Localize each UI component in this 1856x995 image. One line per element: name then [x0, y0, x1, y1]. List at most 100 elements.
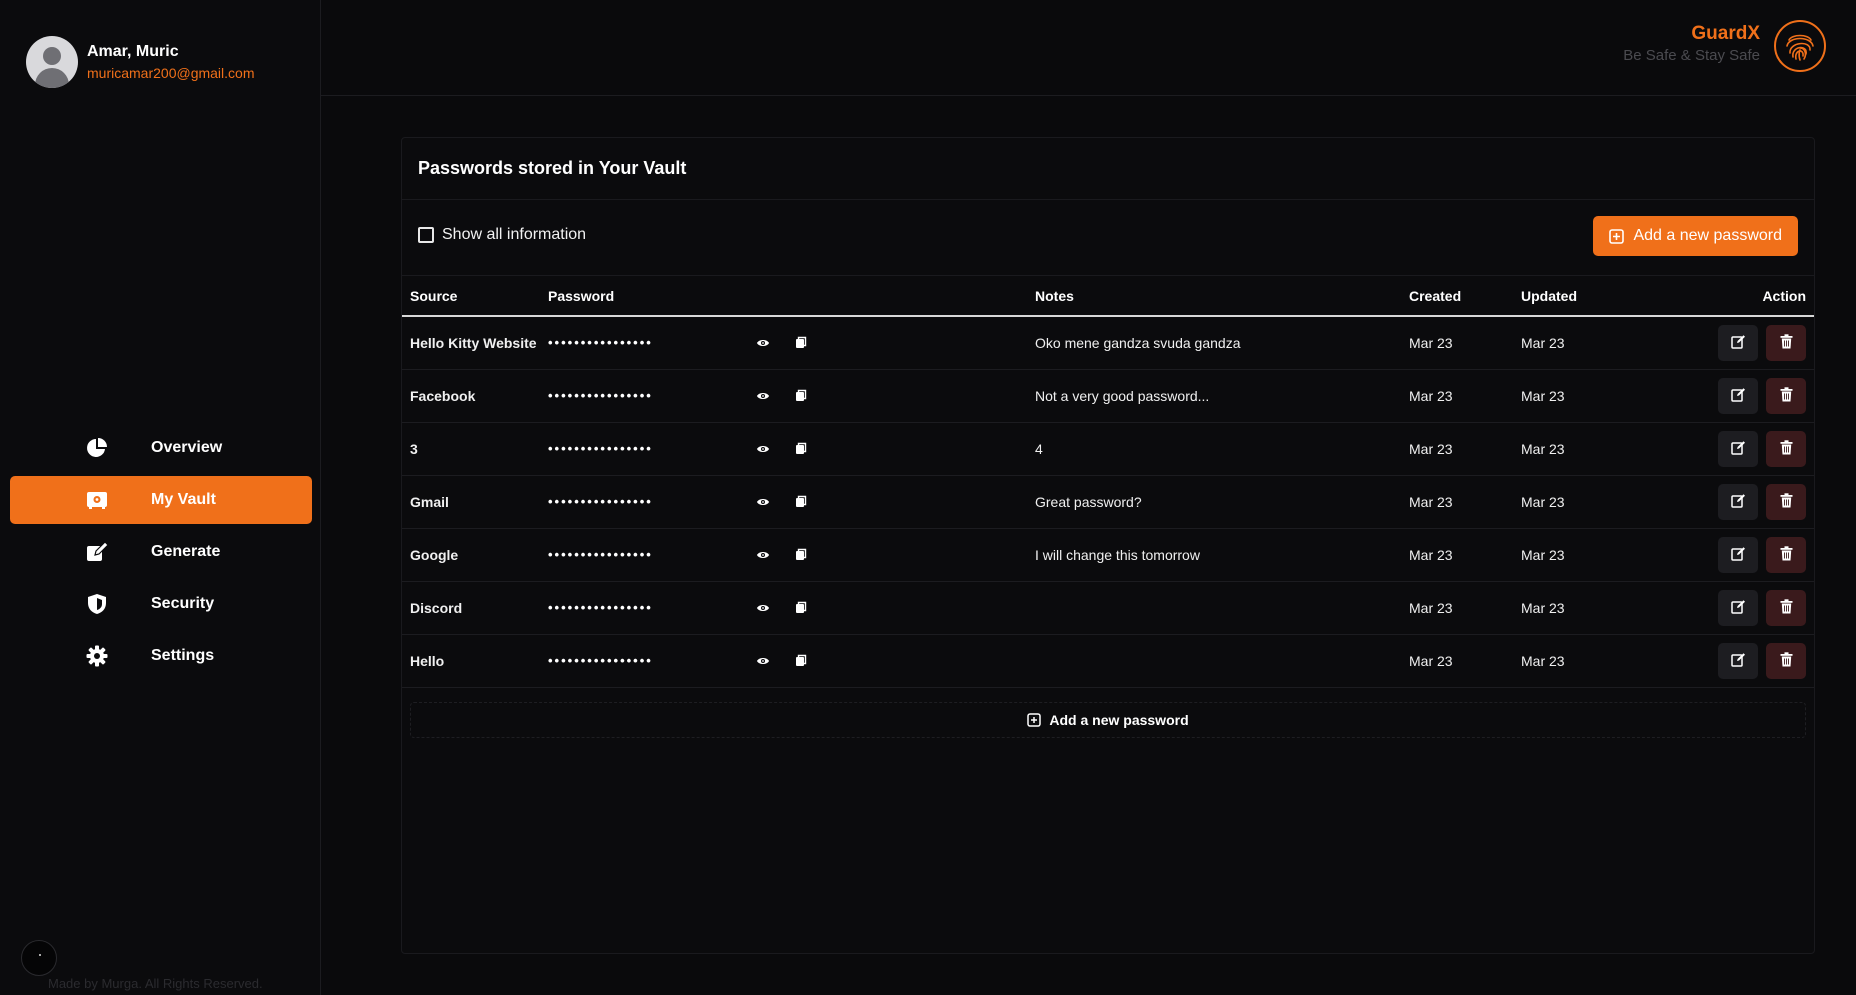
- eye-icon[interactable]: [753, 651, 773, 671]
- cell-notes: Great password?: [1027, 475, 1401, 529]
- show-all-checkbox[interactable]: [418, 227, 434, 243]
- copy-icon[interactable]: [791, 439, 811, 459]
- edit-icon: [1730, 493, 1746, 511]
- edit-square-icon: [85, 540, 109, 564]
- column-header-created[interactable]: Created: [1401, 276, 1513, 317]
- delete-button[interactable]: [1766, 642, 1806, 679]
- cell-source: Gmail: [402, 475, 540, 529]
- eye-icon[interactable]: [753, 598, 773, 618]
- top-bar: GuardX Be Safe & Stay Safe: [321, 0, 1856, 96]
- sidebar-item-my-vault[interactable]: My Vault: [10, 476, 312, 524]
- delete-button[interactable]: [1766, 483, 1806, 520]
- cell-actions: [1663, 528, 1814, 582]
- trash-icon: [1780, 651, 1793, 670]
- copy-icon[interactable]: [791, 545, 811, 565]
- sidebar-item-label: Security: [151, 595, 215, 612]
- sidebar-nav: Overview My Vault Generate Security Sett…: [10, 424, 312, 684]
- show-all-label: Show all information: [442, 226, 587, 243]
- vault-card: Passwords stored in Your Vault Show all …: [401, 137, 1815, 954]
- show-all-toggle[interactable]: Show all information: [418, 226, 586, 244]
- cell-actions: [1663, 581, 1814, 635]
- edit-button[interactable]: [1718, 589, 1758, 626]
- cell-updated: Mar 23: [1513, 316, 1663, 370]
- copy-icon[interactable]: [791, 492, 811, 512]
- shield-icon: [85, 592, 109, 616]
- page-title: Passwords stored in Your Vault: [418, 158, 687, 178]
- sidebar-item-security[interactable]: Security: [10, 580, 312, 628]
- footer-copyright: Made by Murga. All Rights Reserved.: [48, 976, 263, 991]
- edit-icon: [1730, 387, 1746, 405]
- sidebar-item-label: My Vault: [151, 491, 216, 508]
- masked-password: ••••••••••••••••: [548, 441, 653, 456]
- trash-icon: [1780, 386, 1793, 405]
- sidebar-item-overview[interactable]: Overview: [10, 424, 312, 472]
- column-header-password[interactable]: Password: [540, 276, 1027, 317]
- cell-notes: [1027, 634, 1401, 688]
- cell-created: Mar 23: [1401, 634, 1513, 688]
- copy-icon[interactable]: [791, 386, 811, 406]
- cell-updated: Mar 23: [1513, 634, 1663, 688]
- sidebar-item-settings[interactable]: Settings: [10, 632, 312, 680]
- sidebar-item-label: Overview: [151, 439, 223, 456]
- theme-toggle-button[interactable]: [21, 940, 57, 976]
- eye-icon[interactable]: [753, 439, 773, 459]
- cell-created: Mar 23: [1401, 316, 1513, 370]
- delete-button[interactable]: [1766, 589, 1806, 626]
- cell-updated: Mar 23: [1513, 422, 1663, 476]
- trash-icon: [1780, 439, 1793, 458]
- user-name: Amar, Muric: [87, 43, 179, 60]
- delete-button[interactable]: [1766, 324, 1806, 361]
- table-row: Google •••••••••••••••• I will change this…: [402, 528, 1814, 582]
- edit-button[interactable]: [1718, 536, 1758, 573]
- pie-chart-icon: [85, 436, 109, 460]
- add-password-row-label: Add a new password: [1049, 711, 1189, 728]
- eye-icon[interactable]: [753, 386, 773, 406]
- edit-button[interactable]: [1718, 430, 1758, 467]
- add-password-row[interactable]: Add a new password: [410, 701, 1806, 738]
- user-email: muricamar200@gmail.com: [87, 65, 255, 81]
- user-profile[interactable]: Amar, Muric muricamar200@gmail.com: [26, 36, 254, 88]
- masked-password: ••••••••••••••••: [548, 388, 653, 403]
- edit-icon: [1730, 546, 1746, 564]
- cell-password: ••••••••••••••••: [540, 422, 1027, 476]
- sidebar: Amar, Muric muricamar200@gmail.com Overv…: [0, 0, 321, 995]
- cell-created: Mar 23: [1401, 422, 1513, 476]
- add-password-button[interactable]: Add a new password: [1593, 216, 1798, 256]
- trash-icon: [1780, 545, 1793, 564]
- edit-button[interactable]: [1718, 642, 1758, 679]
- brand-name: GuardX: [1691, 23, 1760, 44]
- eye-icon[interactable]: [753, 545, 773, 565]
- eye-icon[interactable]: [753, 492, 773, 512]
- masked-password: ••••••••••••••••: [548, 494, 653, 509]
- brand: GuardX Be Safe & Stay Safe: [1623, 22, 1760, 66]
- edit-icon: [1730, 652, 1746, 670]
- cell-actions: [1663, 369, 1814, 423]
- copy-icon[interactable]: [791, 651, 811, 671]
- delete-button[interactable]: [1766, 377, 1806, 414]
- delete-button[interactable]: [1766, 536, 1806, 573]
- masked-password: ••••••••••••••••: [548, 547, 653, 562]
- table-row: Gmail •••••••••••••••• Great password? Mar …: [402, 475, 1814, 529]
- edit-button[interactable]: [1718, 377, 1758, 414]
- plus-square-icon: [1609, 228, 1625, 244]
- edit-button[interactable]: [1718, 483, 1758, 520]
- delete-button[interactable]: [1766, 430, 1806, 467]
- fingerprint-icon: [1774, 20, 1826, 72]
- copy-icon[interactable]: [791, 333, 811, 353]
- edit-button[interactable]: [1718, 324, 1758, 361]
- masked-password: ••••••••••••••••: [548, 600, 653, 615]
- cell-notes: Not a very good password...: [1027, 369, 1401, 423]
- cell-source: 3: [402, 422, 540, 476]
- cell-source: Facebook: [402, 369, 540, 423]
- sidebar-item-generate[interactable]: Generate: [10, 528, 312, 576]
- eye-icon[interactable]: [753, 333, 773, 353]
- cell-created: Mar 23: [1401, 369, 1513, 423]
- column-header-source[interactable]: Source: [402, 276, 540, 317]
- table-row: Hello Kitty Website •••••••••••••••• Oko m…: [402, 316, 1814, 370]
- column-header-notes[interactable]: Notes: [1027, 276, 1401, 317]
- vault-icon: [85, 488, 109, 512]
- trash-icon: [1780, 598, 1793, 617]
- cell-created: Mar 23: [1401, 528, 1513, 582]
- copy-icon[interactable]: [791, 598, 811, 618]
- column-header-updated[interactable]: Updated: [1513, 276, 1663, 317]
